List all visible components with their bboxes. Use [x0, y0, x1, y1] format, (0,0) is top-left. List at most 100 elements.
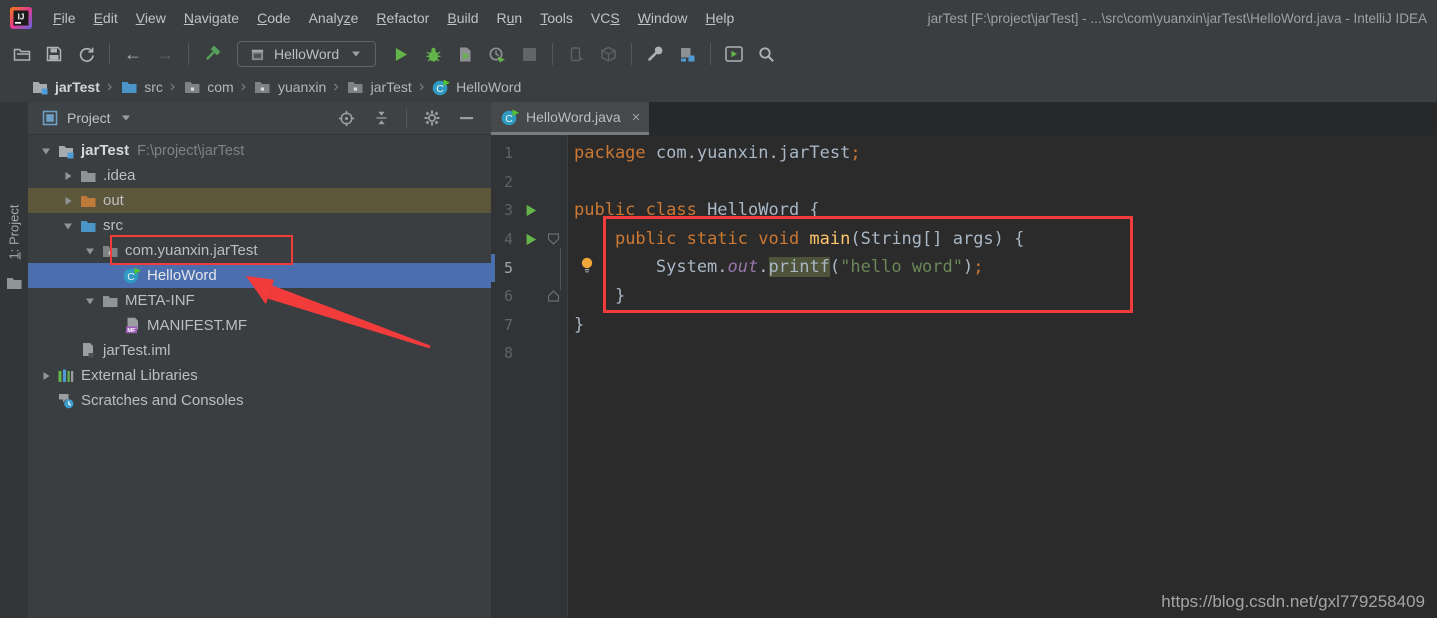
breadcrumb-yuanxin[interactable]: yuanxin	[253, 78, 326, 96]
tree-item-manifest-mf[interactable]: MF MANIFEST.MF	[28, 313, 491, 338]
code-line-2[interactable]	[574, 168, 1437, 197]
fold-down-icon[interactable]	[545, 233, 561, 245]
menu-bar: FileEditViewNavigateCodeAnalyzeRefactorB…	[44, 10, 743, 26]
breadcrumb-jartest[interactable]: jarTest	[30, 78, 100, 96]
tree-item-external-libraries[interactable]: External Libraries	[28, 363, 491, 388]
chevron-right-icon[interactable]	[36, 371, 56, 381]
chevron-right-icon[interactable]	[58, 196, 78, 206]
tree-item-meta-inf[interactable]: META-INF	[28, 288, 491, 313]
minus-icon[interactable]	[457, 109, 477, 127]
svg-text:C: C	[127, 271, 135, 283]
sync-icon[interactable]	[71, 41, 101, 67]
tree-item-path: F:\project\jarTest	[137, 143, 244, 159]
open-icon[interactable]	[7, 41, 37, 67]
wrench-icon[interactable]	[640, 41, 670, 67]
menu-vcs[interactable]: VCS	[582, 10, 629, 26]
profile-icon[interactable]	[482, 41, 512, 67]
run-gutter-icon[interactable]	[519, 233, 543, 246]
close-icon[interactable]: ×	[632, 109, 641, 126]
tree-item-jartest[interactable]: jarTest F:\project\jarTest	[28, 138, 491, 163]
chevron-right-icon[interactable]	[58, 171, 78, 181]
target-icon[interactable]	[336, 109, 356, 127]
debug-icon[interactable]	[418, 41, 448, 67]
back-icon[interactable]: ←	[118, 41, 148, 67]
folder-icon	[4, 274, 24, 292]
project-icon	[30, 78, 50, 96]
run-config-label: HelloWord	[274, 46, 339, 62]
gutter-line-3: 3	[491, 196, 567, 225]
file-mf-icon: MF	[122, 317, 142, 335]
gear-icon[interactable]	[422, 109, 442, 127]
gutter-line-8: 8	[491, 339, 567, 368]
chevron-down-icon[interactable]	[80, 296, 100, 306]
tab-helloword-java[interactable]: C HelloWord.java ×	[491, 102, 649, 135]
structure-icon[interactable]	[672, 41, 702, 67]
menu-analyze[interactable]: Analyze	[300, 10, 368, 26]
tree-item-label: HelloWord	[147, 267, 217, 284]
tree-item-jartest-iml[interactable]: jarTest.iml	[28, 338, 491, 363]
folder-source-icon	[78, 217, 98, 235]
hammer-icon[interactable]	[197, 41, 227, 67]
stripe-project-button[interactable]: 1: Project	[7, 205, 22, 260]
tool-window-stripe: 1: Project	[0, 102, 29, 618]
chevron-down-icon[interactable]	[80, 246, 100, 256]
breadcrumb-com[interactable]: com	[182, 78, 233, 96]
run-gutter-icon[interactable]	[519, 204, 543, 217]
breadcrumb-src[interactable]: src	[119, 78, 163, 96]
tree-item-out[interactable]: out	[28, 188, 491, 213]
main-toolbar: ←→HelloWord	[0, 36, 1437, 73]
collapse-icon[interactable]	[371, 109, 391, 127]
menu-help[interactable]: Help	[697, 10, 744, 26]
fold-up-icon[interactable]	[545, 290, 561, 302]
menu-refactor[interactable]: Refactor	[367, 10, 438, 26]
chevron-down-icon[interactable]	[116, 109, 136, 127]
editor-tab-bar: C HelloWord.java ×	[491, 102, 1437, 135]
coverage-icon[interactable]	[450, 41, 480, 67]
project-tool-window: Project jarTest F:\project\jarTest .idea…	[28, 102, 491, 618]
caret-line-marker	[491, 254, 495, 282]
folder-gray-icon	[100, 292, 120, 310]
folder-source-icon	[119, 78, 139, 96]
menu-build[interactable]: Build	[438, 10, 487, 26]
code-line-1[interactable]: package com.yuanxin.jarTest;	[574, 139, 1437, 168]
editor-area: C HelloWord.java × 1 2 3 4 5 6	[491, 102, 1437, 618]
menu-edit[interactable]: Edit	[85, 10, 127, 26]
menu-file[interactable]: File	[44, 10, 85, 26]
intellij-logo-icon: IJ	[10, 7, 32, 29]
line-number: 7	[491, 316, 513, 334]
folder-gray-icon	[78, 167, 98, 185]
run-icon[interactable]	[386, 41, 416, 67]
tree-item-scratches-and-consoles[interactable]: Scratches and Consoles	[28, 388, 491, 413]
chevron-down-icon[interactable]	[36, 146, 56, 156]
code-line-7[interactable]: }	[574, 311, 1437, 340]
chevron-down-icon[interactable]	[58, 221, 78, 231]
menu-view[interactable]: View	[127, 10, 175, 26]
code-line-8[interactable]	[574, 339, 1437, 368]
scratches-icon	[56, 392, 76, 410]
breadcrumb-separator: ›	[333, 78, 338, 96]
run-config-selector[interactable]: HelloWord	[237, 41, 376, 67]
search-icon[interactable]	[751, 41, 781, 67]
breadcrumb-separator: ›	[419, 78, 424, 96]
toolbar-separator	[188, 43, 189, 65]
tree-item-helloword[interactable]: C HelloWord	[28, 263, 491, 288]
code-area[interactable]: package com.yuanxin.jarTest;public class…	[568, 135, 1437, 618]
intention-bulb-icon[interactable]	[577, 256, 597, 274]
panel-actions	[336, 108, 491, 128]
project-panel-title: Project	[67, 110, 111, 126]
breadcrumb: jarTest›src›com›yuanxin›jarTest›CHelloWo…	[0, 72, 1437, 103]
breadcrumb-jartest[interactable]: jarTest	[346, 78, 412, 96]
menu-tools[interactable]: Tools	[531, 10, 582, 26]
menu-run[interactable]: Run	[488, 10, 532, 26]
save-icon[interactable]	[39, 41, 69, 67]
project-tree: jarTest F:\project\jarTest .idea out src…	[28, 135, 491, 618]
line-number: 1	[491, 144, 513, 162]
menu-navigate[interactable]: Navigate	[175, 10, 248, 26]
terminal-icon[interactable]	[719, 41, 749, 67]
menu-code[interactable]: Code	[248, 10, 299, 26]
tree-item-label: jarTest.iml	[103, 342, 171, 359]
line-number: 2	[491, 173, 513, 191]
tree-item-idea[interactable]: .idea	[28, 163, 491, 188]
breadcrumb-helloword[interactable]: CHelloWord	[431, 78, 521, 96]
menu-window[interactable]: Window	[629, 10, 697, 26]
